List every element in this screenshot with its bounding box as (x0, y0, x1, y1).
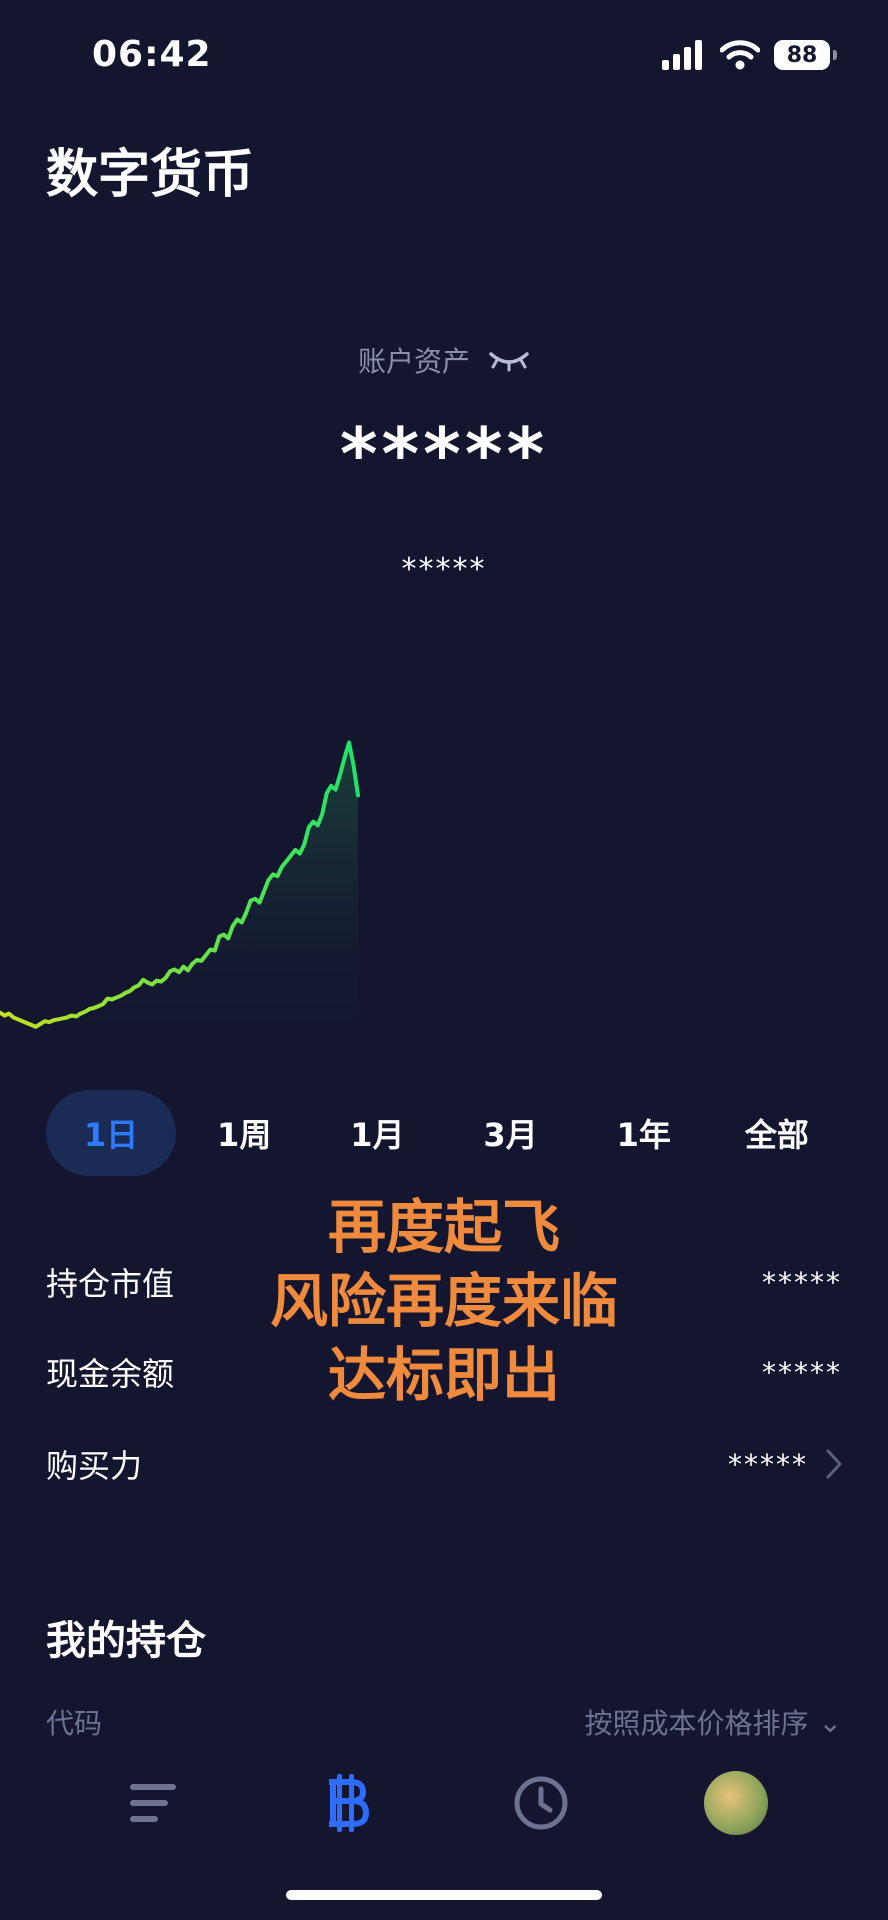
tab-crypto[interactable] (312, 1768, 382, 1838)
eye-closed-icon[interactable] (488, 348, 530, 372)
holdings-code-column: 代码 (46, 1707, 103, 1740)
wifi-icon (720, 40, 760, 70)
overlay-caption: 再度起飞 风险再度来临 达标即出 (0, 1190, 888, 1412)
holdings-sort-label: 按照成本价格排序 (584, 1707, 809, 1740)
account-assets-change: ***** (401, 552, 487, 587)
tab-1d[interactable]: 1日 (46, 1090, 176, 1176)
holdings-list-header: 代码 按照成本价格排序 ⌄ (46, 1702, 842, 1742)
chevron-down-icon: ⌄ (818, 1705, 842, 1739)
status-icons: 88 (662, 40, 837, 70)
portfolio-line-chart[interactable] (0, 700, 888, 1060)
tab-1w[interactable]: 1周 (179, 1090, 309, 1176)
overlay-line-2: 风险再度来临 (269, 1267, 618, 1335)
time-range-tabs: 1日 1周 1月 3月 1年 全部 (46, 1090, 842, 1176)
tab-all[interactable]: 全部 (712, 1090, 842, 1176)
status-time: 06:42 (92, 34, 212, 75)
battery-indicator: 88 (774, 40, 837, 70)
tab-profile[interactable] (701, 1768, 771, 1838)
overlay-line-3: 达标即出 (327, 1341, 560, 1409)
buying-power-value-wrap: ***** (728, 1448, 842, 1481)
account-assets-label: 账户资产 (357, 345, 470, 378)
holdings-sort-dropdown[interactable]: 按照成本价格排序 ⌄ (585, 1702, 842, 1742)
holdings-title: 我的持仓 (46, 1618, 206, 1664)
list-icon (130, 1784, 176, 1822)
clock-icon (514, 1776, 568, 1830)
buying-power-value: ***** (728, 1447, 808, 1481)
cellular-signal-icon (662, 40, 702, 70)
page-title: 数字货币 (46, 145, 255, 205)
home-indicator (286, 1890, 602, 1900)
tab-list[interactable] (120, 1768, 190, 1838)
buying-power-label: 购买力 (46, 1447, 143, 1485)
tab-1y[interactable]: 1年 (579, 1090, 709, 1176)
chevron-right-icon (826, 1449, 842, 1479)
tab-3m[interactable]: 3月 (446, 1090, 576, 1176)
chart-area-fill (0, 742, 358, 1060)
avatar (704, 1771, 768, 1835)
account-assets-value: ***** (339, 412, 549, 496)
overlay-line-1: 再度起飞 (327, 1193, 560, 1261)
buying-power-row[interactable]: 购买力 ***** (46, 1434, 842, 1494)
account-assets-header: 账户资产 (0, 340, 888, 380)
bitcoin-icon (329, 1774, 369, 1832)
tab-history[interactable] (506, 1768, 576, 1838)
tab-1m[interactable]: 1月 (312, 1090, 442, 1176)
